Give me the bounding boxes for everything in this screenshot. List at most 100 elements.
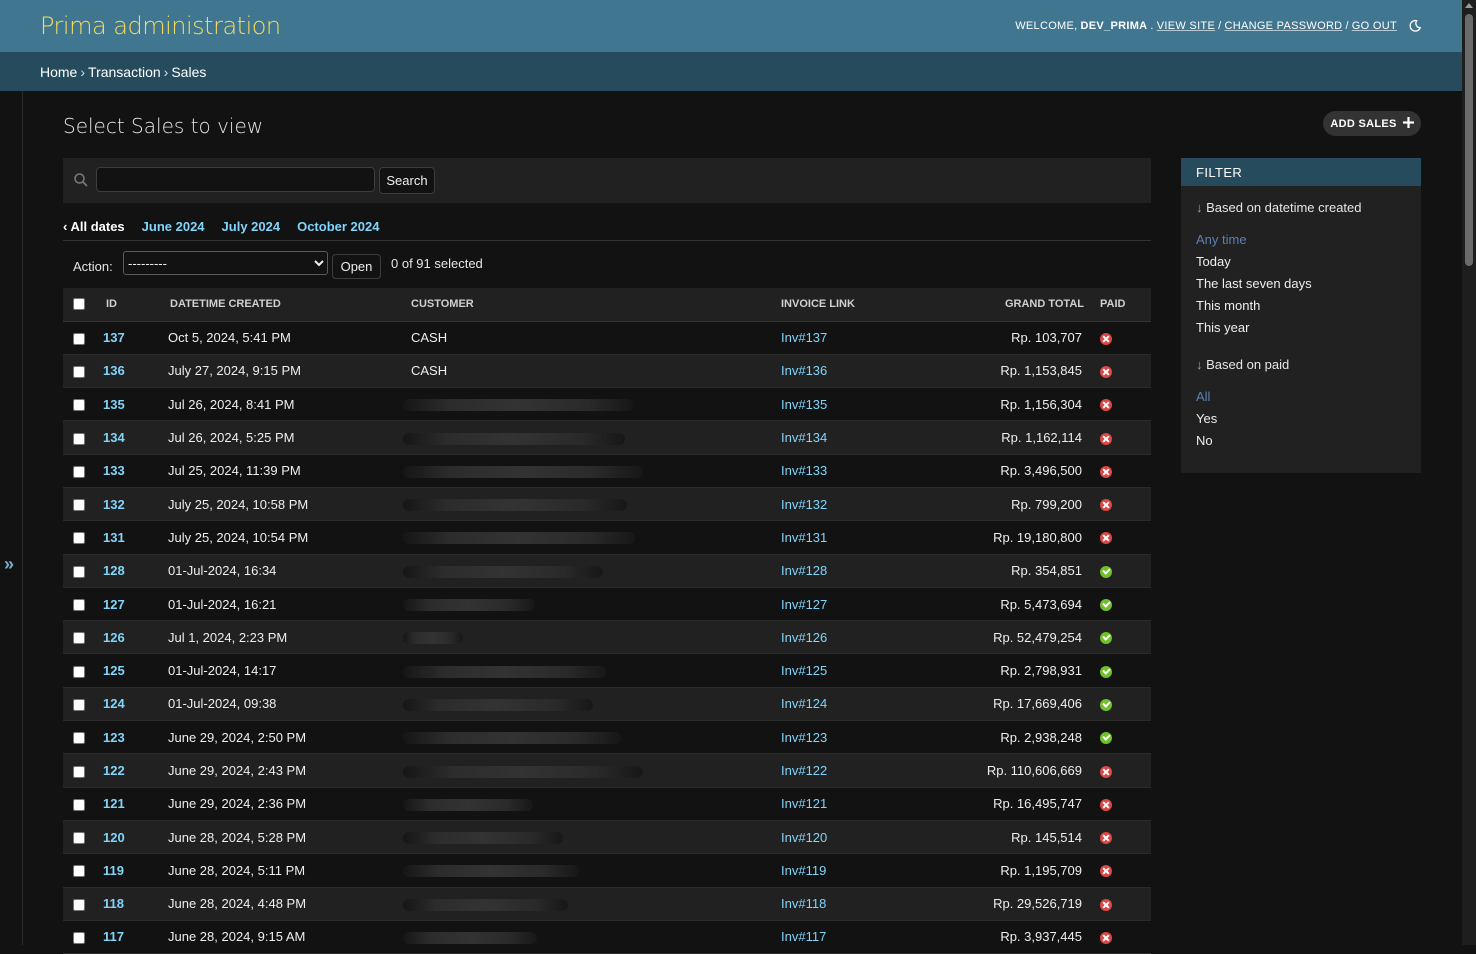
- log-out-link[interactable]: Go out: [1352, 20, 1397, 32]
- row-id-link[interactable]: 126: [103, 630, 125, 645]
- invoice-link[interactable]: Inv#122: [781, 763, 827, 778]
- invoice-link[interactable]: Inv#134: [781, 430, 827, 445]
- invoice-link[interactable]: Inv#137: [781, 330, 827, 345]
- action-select[interactable]: ---------: [123, 251, 328, 275]
- invoice-link[interactable]: Inv#133: [781, 463, 827, 478]
- breadcrumb: Home › Transaction › Sales: [0, 52, 1462, 91]
- row-checkbox[interactable]: [73, 399, 85, 412]
- filter-option-no[interactable]: No: [1196, 430, 1406, 452]
- row-checkbox[interactable]: [73, 832, 85, 845]
- invoice-link[interactable]: Inv#125: [781, 663, 827, 678]
- date-link-october-2024[interactable]: October 2024: [297, 219, 379, 240]
- invoice-link[interactable]: Inv#118: [781, 896, 826, 911]
- row-checkbox[interactable]: [73, 632, 85, 645]
- column-header-paid[interactable]: Paid: [1094, 288, 1151, 322]
- moon-icon[interactable]: [1408, 19, 1422, 33]
- site-name[interactable]: Prima administration: [40, 12, 281, 40]
- row-id-link[interactable]: 131: [103, 530, 125, 545]
- scrollbar[interactable]: [1462, 0, 1476, 945]
- date-link-july-2024[interactable]: July 2024: [222, 219, 281, 240]
- filter-option-all[interactable]: All: [1196, 386, 1406, 408]
- invoice-link[interactable]: Inv#120: [781, 830, 827, 845]
- row-checkbox[interactable]: [73, 665, 85, 678]
- action-go-button[interactable]: Open: [332, 254, 381, 279]
- row-id-link[interactable]: 117: [103, 929, 124, 944]
- row-id-link[interactable]: 136: [103, 363, 125, 378]
- redacted-customer-name: [403, 898, 568, 911]
- row-id-link[interactable]: 118: [103, 896, 124, 911]
- filter-option-last-seven-days[interactable]: The last seven days: [1196, 273, 1406, 295]
- row-checkbox-cell: [63, 620, 103, 655]
- row-id-link[interactable]: 132: [103, 497, 125, 512]
- row-id-link[interactable]: 122: [103, 763, 125, 778]
- invoice-link[interactable]: Inv#127: [781, 597, 827, 612]
- column-header-datetime[interactable]: Datetime created: [168, 288, 411, 322]
- invoice-link[interactable]: Inv#117: [781, 929, 826, 944]
- invoice-link[interactable]: Inv#121: [781, 796, 827, 811]
- row-id-link[interactable]: 128: [103, 563, 125, 578]
- row-id-link[interactable]: 133: [103, 463, 125, 478]
- row-id-link[interactable]: 127: [103, 597, 125, 612]
- filter-option-today[interactable]: Today: [1196, 251, 1406, 273]
- view-site-link[interactable]: View site: [1157, 20, 1215, 32]
- row-checkbox[interactable]: [73, 865, 85, 878]
- row-id-link[interactable]: 124: [103, 696, 125, 711]
- invoice-link[interactable]: Inv#128: [781, 563, 827, 578]
- invoice-link[interactable]: Inv#124: [781, 696, 827, 711]
- invoice-link[interactable]: Inv#131: [781, 530, 827, 545]
- customer-cell: CASH: [411, 354, 781, 389]
- row-checkbox[interactable]: [73, 432, 85, 445]
- cross-circle-icon: [1100, 898, 1112, 911]
- change-password-link[interactable]: Change password: [1224, 20, 1342, 32]
- breadcrumb-home[interactable]: Home: [40, 64, 77, 80]
- row-checkbox[interactable]: [73, 932, 85, 945]
- invoice-link[interactable]: Inv#126: [781, 630, 827, 645]
- search-button[interactable]: Search: [379, 167, 435, 194]
- filter-option-any-time[interactable]: Any time: [1196, 229, 1406, 251]
- filter-option-this-month[interactable]: This month: [1196, 295, 1406, 317]
- invoice-link[interactable]: Inv#123: [781, 730, 827, 745]
- row-id-link[interactable]: 137: [103, 330, 125, 345]
- row-id-link[interactable]: 135: [103, 397, 125, 412]
- double-chevron-right-icon[interactable]: »: [4, 554, 14, 575]
- invoice-link[interactable]: Inv#136: [781, 363, 827, 378]
- row-id-link[interactable]: 134: [103, 430, 125, 445]
- row-id-link[interactable]: 123: [103, 730, 125, 745]
- id-cell: 118: [103, 887, 168, 921]
- invoice-link[interactable]: Inv#135: [781, 397, 827, 412]
- filter-option-this-year[interactable]: This year: [1196, 317, 1406, 339]
- add-sales-button[interactable]: Add Sales: [1323, 111, 1421, 136]
- row-checkbox[interactable]: [73, 732, 85, 745]
- row-id-link[interactable]: 119: [103, 863, 124, 878]
- row-id-link[interactable]: 125: [103, 663, 125, 678]
- row-checkbox[interactable]: [73, 366, 85, 378]
- table-header-row: ID Datetime created Customer Invoice lin…: [63, 288, 1151, 322]
- row-id-link[interactable]: 121: [103, 796, 125, 811]
- row-checkbox[interactable]: [73, 565, 85, 578]
- row-checkbox[interactable]: [73, 898, 85, 911]
- row-checkbox[interactable]: [73, 798, 85, 811]
- scroll-thumb[interactable]: [1465, 14, 1473, 266]
- invoice-link[interactable]: Inv#119: [781, 863, 826, 878]
- row-checkbox[interactable]: [73, 465, 85, 478]
- search-input[interactable]: [96, 167, 375, 192]
- row-checkbox[interactable]: [73, 332, 85, 345]
- column-header-customer[interactable]: Customer: [411, 288, 781, 322]
- select-all-checkbox[interactable]: [73, 298, 85, 311]
- date-link-june-2024[interactable]: June 2024: [142, 219, 205, 240]
- datetime-cell: July 25, 2024, 10:54 PM: [168, 520, 411, 555]
- invoice-link[interactable]: Inv#132: [781, 497, 827, 512]
- row-checkbox[interactable]: [73, 765, 85, 778]
- row-id-link[interactable]: 120: [103, 830, 125, 845]
- row-checkbox[interactable]: [73, 499, 85, 512]
- column-header-grand-total[interactable]: Grand total: [941, 288, 1094, 322]
- row-checkbox[interactable]: [73, 698, 85, 711]
- filter-option-yes[interactable]: Yes: [1196, 408, 1406, 430]
- column-header-invoice[interactable]: Invoice link: [781, 288, 941, 322]
- breadcrumb-transaction[interactable]: Transaction: [88, 64, 161, 80]
- date-hierarchy-all[interactable]: ‹ All dates: [63, 219, 125, 240]
- column-header-id[interactable]: ID: [103, 288, 168, 322]
- row-checkbox[interactable]: [73, 599, 85, 612]
- row-checkbox[interactable]: [73, 532, 85, 545]
- scroll-up-arrow[interactable]: [1465, 3, 1473, 8]
